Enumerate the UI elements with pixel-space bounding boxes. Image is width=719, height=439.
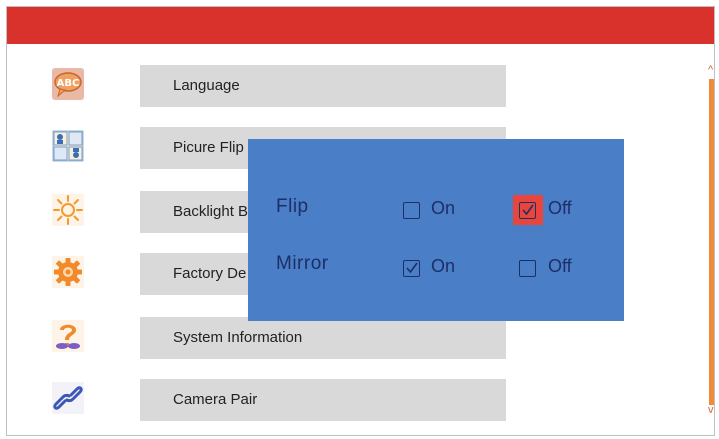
abc-speech-icon: ABC [51,67,85,101]
menu-label: Picure Flip [173,139,244,156]
question-icon [51,319,85,353]
flip-on-checkbox[interactable] [403,202,420,219]
menu-item-system-information[interactable]: System Information [7,317,527,361]
header-bar [7,7,714,44]
scroll-up-arrow[interactable]: ^ [708,65,713,76]
mirror-off-label: Off [548,256,572,276]
flip-grid-icon [51,129,85,163]
flip-label: Flip [276,196,309,217]
menu-label: Language [173,77,240,94]
mirror-off-checkbox[interactable] [519,260,536,277]
gear-icon [51,255,85,289]
flip-mirror-popup: Flip On Off Mirror On Off [248,139,624,321]
flip-off-checkbox[interactable] [519,202,536,219]
mirror-on-label: On [431,256,456,276]
device-screen: ABC Language Picure Flip Backlight B Fac… [6,6,715,436]
link-icon [51,381,85,415]
menu-label: Backlight B [173,203,249,220]
menu-label: System Information [173,329,303,346]
menu-item-camera-pair[interactable]: Camera Pair [7,379,527,423]
sun-icon [51,193,85,227]
checkmark-icon [406,262,418,274]
flip-off-label: Off [548,198,572,218]
mirror-on-checkbox[interactable] [403,260,420,277]
mirror-label: Mirror [276,253,329,274]
scroll-down-arrow[interactable]: v [708,405,714,416]
menu-item-language[interactable]: ABC Language [7,65,527,109]
scrollbar[interactable] [709,79,714,405]
checkmark-icon [522,204,534,216]
flip-on-label: On [431,198,456,218]
menu-label: Factory De [173,265,247,282]
svg-text:ABC: ABC [57,78,80,89]
menu-label: Camera Pair [173,391,258,408]
